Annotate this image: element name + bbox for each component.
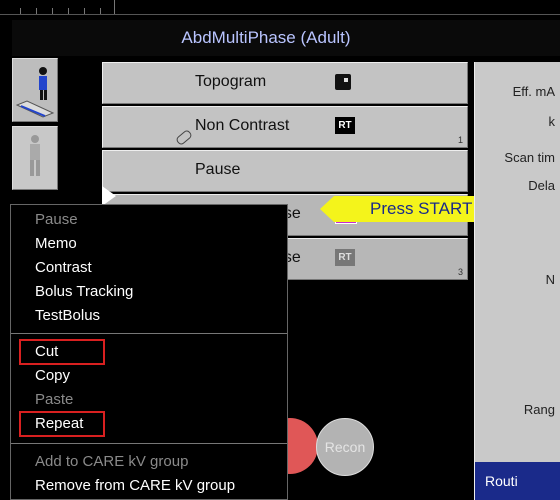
ruler-tick xyxy=(84,8,85,14)
patient-position-column xyxy=(12,58,58,194)
ruler-tick xyxy=(36,8,37,14)
menu-item-bolus-tracking[interactable]: Bolus Tracking xyxy=(35,283,133,300)
scan-row-label: Pause xyxy=(195,161,241,178)
ruler-tick xyxy=(20,8,21,14)
patient-standing-button[interactable] xyxy=(12,126,58,190)
ruler-tick xyxy=(100,8,101,14)
routine-label: Routi xyxy=(485,473,518,489)
cut-highlight-box xyxy=(19,339,105,365)
selection-pointer-icon xyxy=(102,186,116,206)
param-label: Eff. mA xyxy=(512,84,555,99)
menu-item-pause: Pause xyxy=(35,211,78,228)
scan-row-label: Topogram xyxy=(195,73,267,90)
patient-standing-icon xyxy=(30,135,40,176)
scan-row-topogram[interactable]: Topogram xyxy=(102,62,468,104)
ruler-tick xyxy=(52,8,53,14)
context-menu: Pause Memo Contrast Bolus Tracking TestB… xyxy=(10,204,288,500)
param-label: Rang xyxy=(523,402,555,417)
scan-row-pause[interactable]: Pause xyxy=(102,150,468,192)
scan-row-non-contrast[interactable]: Non Contrast RT 1 xyxy=(102,106,468,148)
scan-parameters-panel: Eff. mA k Scan tim Dela N Rang Routi xyxy=(474,62,560,500)
menu-item-remove-from-care-kv-group[interactable]: Remove from CARE kV group xyxy=(35,477,235,494)
tooltip-text: Press START xyxy=(370,199,473,218)
patient-on-table-icon xyxy=(15,67,55,118)
ruler-tick xyxy=(68,8,69,14)
param-label: Dela xyxy=(528,178,555,193)
menu-item-add-to-care-kv-group: Add to CARE kV group xyxy=(35,453,189,470)
protocol-title: AbdMultiPhase (Adult) xyxy=(181,28,351,47)
scan-row-index: 1 xyxy=(457,135,463,145)
menu-item-repeat[interactable]: Repeat xyxy=(35,415,83,432)
menu-separator xyxy=(11,333,287,334)
topogram-icon xyxy=(335,74,351,90)
menu-separator xyxy=(11,443,287,444)
ruler-separator xyxy=(114,0,115,14)
rt-badge: RT xyxy=(335,117,355,134)
param-label: k xyxy=(548,114,556,129)
param-label: Scan tim xyxy=(504,150,555,165)
menu-item-contrast[interactable]: Contrast xyxy=(35,259,92,276)
menu-item-cut[interactable]: Cut xyxy=(35,343,58,360)
protocol-header: AbdMultiPhase (Adult) xyxy=(12,20,560,56)
menu-item-paste: Paste xyxy=(35,391,74,408)
recon-label: Recon xyxy=(324,439,366,455)
routine-tab[interactable]: Routi xyxy=(475,462,560,500)
menu-item-memo[interactable]: Memo xyxy=(35,235,77,252)
rt-badge: RT xyxy=(335,249,355,266)
menu-item-copy[interactable]: Copy xyxy=(35,367,70,384)
patient-position-button[interactable] xyxy=(12,58,58,122)
scan-row-index: 3 xyxy=(457,267,463,277)
recon-button[interactable]: Recon xyxy=(316,418,374,476)
top-ruler xyxy=(0,0,560,15)
scan-row-label: Non Contrast xyxy=(195,117,290,134)
link-icon xyxy=(174,128,194,147)
menu-item-testbolus[interactable]: TestBolus xyxy=(35,307,100,324)
param-label: N xyxy=(545,272,555,287)
